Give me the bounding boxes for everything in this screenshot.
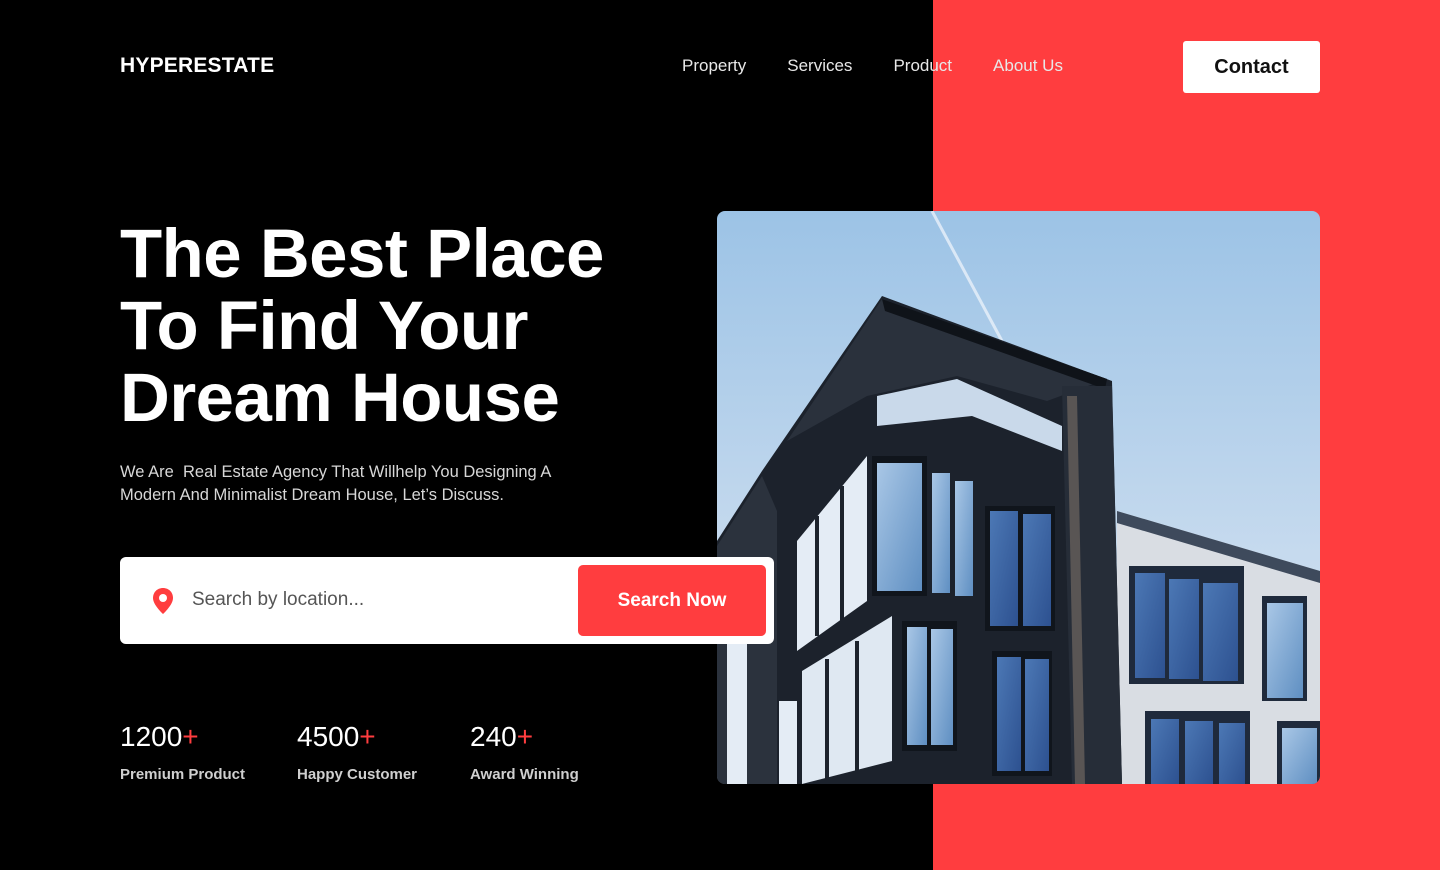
hero-title-line: The Best Place [120, 215, 604, 292]
nav-item-product[interactable]: Product [893, 55, 952, 77]
hero-title-line: Dream House [120, 359, 560, 436]
search-bar: Search Now [120, 557, 774, 644]
hero-description-line: Modern And Minimalist Dream House, Let’s… [120, 486, 504, 504]
stat-award-winning: 240+ Award Winning [470, 721, 579, 783]
nav-item-property[interactable]: Property [682, 55, 746, 77]
stat-premium-product: 1200+ Premium Product [120, 721, 245, 783]
location-pin-icon [150, 587, 176, 615]
stat-label: Happy Customer [297, 766, 418, 783]
brand-logo[interactable]: HYPERESTATE [120, 54, 274, 78]
contact-button[interactable]: Contact [1183, 41, 1320, 93]
building-photo [717, 211, 1320, 784]
hero-title-line: To Find Your [120, 287, 528, 364]
main-nav: Property Services Product About Us [682, 55, 1104, 77]
search-location-input[interactable] [192, 579, 562, 621]
nav-item-services[interactable]: Services [787, 55, 852, 77]
stat-number: 4500+ [297, 721, 376, 752]
stat-happy-customer: 4500+ Happy Customer [297, 721, 417, 783]
hero-description: We Are Real Estate Agency That Willhelp … [120, 461, 600, 507]
nav-item-about-us[interactable]: About Us [993, 55, 1063, 77]
hero-description-line: We Are Real Estate Agency That Willhelp … [120, 463, 552, 481]
search-now-button[interactable]: Search Now [578, 565, 766, 636]
stat-number: 240+ [470, 721, 534, 752]
stat-label: Award Winning [470, 766, 579, 783]
stat-label: Premium Product [120, 766, 246, 783]
stat-number: 1200+ [120, 721, 199, 752]
hero-title: The Best Place To Find Your Dream House [120, 218, 680, 434]
